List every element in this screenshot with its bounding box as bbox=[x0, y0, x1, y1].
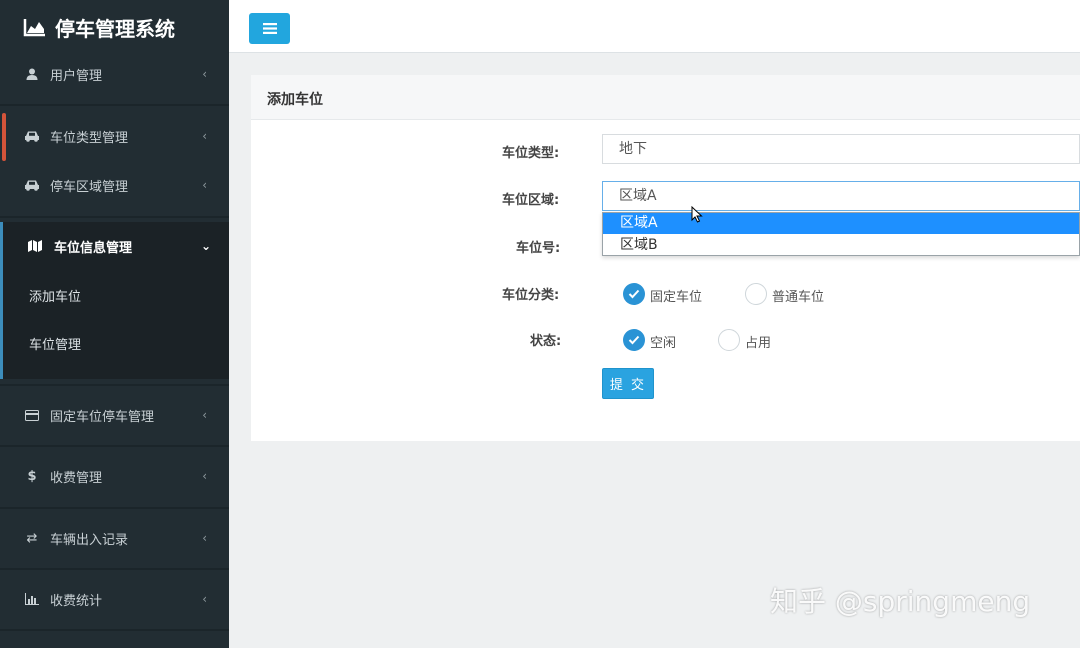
sidebar-item-label: 用户管理 bbox=[50, 68, 103, 84]
divider bbox=[0, 568, 229, 570]
add-space-card: 添加车位 bbox=[251, 75, 1080, 441]
sidebar-item-space-info-management[interactable]: 车位信息管理 ⌄ bbox=[3, 222, 229, 270]
sidebar-item-label: 车辆出入记录 bbox=[50, 532, 129, 548]
chevron-left-icon: ‹ bbox=[202, 178, 207, 192]
radio-label-fixed-space[interactable]: 固定车位 bbox=[650, 286, 702, 305]
sidebar-item-user-management[interactable]: 用户管理 ‹ bbox=[0, 49, 229, 99]
sidebar-subitem-add-space[interactable]: 添加车位 bbox=[29, 286, 81, 305]
sidebar-group-space-info: 车位信息管理 ⌄ 添加车位 车位管理 bbox=[0, 222, 229, 379]
dollar-icon: $ bbox=[27, 468, 37, 484]
divider bbox=[0, 445, 229, 447]
sidebar-item-label: 停车区域管理 bbox=[50, 179, 129, 195]
radio-status-free[interactable] bbox=[623, 329, 645, 351]
radio-label-occupied[interactable]: 占用 bbox=[745, 332, 771, 351]
radio-status-occupied[interactable] bbox=[718, 329, 740, 351]
chevron-left-icon: ‹ bbox=[202, 469, 207, 483]
card-title: 添加车位 bbox=[267, 92, 323, 108]
car-icon bbox=[24, 128, 40, 144]
sidebar-item-label: 收费统计 bbox=[50, 593, 103, 609]
radio-normal-space[interactable] bbox=[745, 283, 767, 305]
sidebar-item-fee-management[interactable]: $ 收费管理 ‹ bbox=[0, 451, 229, 501]
chevron-left-icon: ‹ bbox=[202, 531, 207, 545]
exchange-icon: ⇄ bbox=[26, 530, 38, 546]
dropdown-option-area-a[interactable]: 区域A bbox=[603, 213, 1079, 234]
car-icon bbox=[24, 177, 40, 193]
sidebar-item-space-type-management[interactable]: 车位类型管理 ‹ bbox=[0, 111, 229, 161]
check-icon bbox=[628, 335, 640, 345]
area-chart-icon bbox=[23, 17, 47, 37]
sidebar-item-label: 固定车位停车管理 bbox=[50, 409, 155, 425]
divider bbox=[0, 629, 229, 631]
chevron-left-icon: ‹ bbox=[202, 67, 207, 81]
chevron-left-icon: ‹ bbox=[202, 129, 207, 143]
chevron-left-icon: ‹ bbox=[202, 408, 207, 422]
hamburger-icon bbox=[262, 19, 277, 38]
divider bbox=[0, 104, 229, 106]
card-header: 添加车位 bbox=[251, 75, 1080, 120]
divider bbox=[0, 216, 229, 218]
mouse-cursor-icon bbox=[691, 205, 703, 227]
top-bar bbox=[229, 0, 1080, 53]
radio-fixed-space[interactable] bbox=[623, 283, 645, 305]
chevron-left-icon: ‹ bbox=[202, 592, 207, 606]
map-icon bbox=[28, 240, 44, 252]
space-category-label: 车位分类: bbox=[502, 288, 560, 303]
divider bbox=[0, 384, 229, 386]
dropdown-option-area-b[interactable]: 区域B bbox=[603, 235, 1079, 256]
radio-label-free[interactable]: 空闲 bbox=[650, 332, 676, 351]
user-icon bbox=[24, 66, 40, 82]
sidebar-item-parking-area-management[interactable]: 停车区域管理 ‹ bbox=[0, 160, 229, 210]
divider bbox=[0, 507, 229, 509]
app-title: 停车管理系统 bbox=[55, 16, 175, 41]
watermark: 知乎 @springmeng bbox=[770, 585, 1031, 618]
space-area-label: 车位区域: bbox=[502, 193, 560, 208]
submit-button[interactable]: 提 交 bbox=[602, 368, 654, 399]
bar-chart-icon bbox=[24, 591, 40, 607]
space-area-dropdown: 区域A 区域B bbox=[602, 212, 1080, 256]
sidebar-toggle-button[interactable] bbox=[249, 13, 290, 44]
sidebar-item-fee-statistics[interactable]: 收费统计 ‹ bbox=[0, 574, 229, 624]
space-number-label: 车位号: bbox=[516, 241, 561, 256]
sidebar-item-vehicle-records[interactable]: ⇄ 车辆出入记录 ‹ bbox=[0, 513, 229, 563]
space-type-select[interactable]: 地下 bbox=[602, 134, 1080, 164]
sidebar-item-label: 收费管理 bbox=[50, 470, 103, 486]
sidebar-item-fixed-parking-management[interactable]: 固定车位停车管理 ‹ bbox=[0, 390, 229, 440]
space-type-label: 车位类型: bbox=[502, 146, 560, 161]
status-label: 状态: bbox=[530, 334, 562, 349]
sidebar-subitem-space-management[interactable]: 车位管理 bbox=[29, 334, 81, 353]
app-brand[interactable]: 停车管理系统 bbox=[23, 12, 175, 42]
radio-label-normal-space[interactable]: 普通车位 bbox=[772, 286, 824, 305]
chevron-down-icon: ⌄ bbox=[200, 239, 211, 253]
check-icon bbox=[628, 289, 640, 299]
sidebar: 停车管理系统 用户管理 ‹ 车位类型管理 ‹ 停车区域管理 ‹ 车位信息管理 ⌄ bbox=[0, 0, 229, 648]
sidebar-item-label: 车位类型管理 bbox=[50, 130, 129, 146]
credit-card-icon bbox=[24, 407, 40, 423]
space-area-select[interactable]: 区域A bbox=[602, 181, 1080, 211]
sidebar-item-label: 车位信息管理 bbox=[54, 240, 133, 256]
